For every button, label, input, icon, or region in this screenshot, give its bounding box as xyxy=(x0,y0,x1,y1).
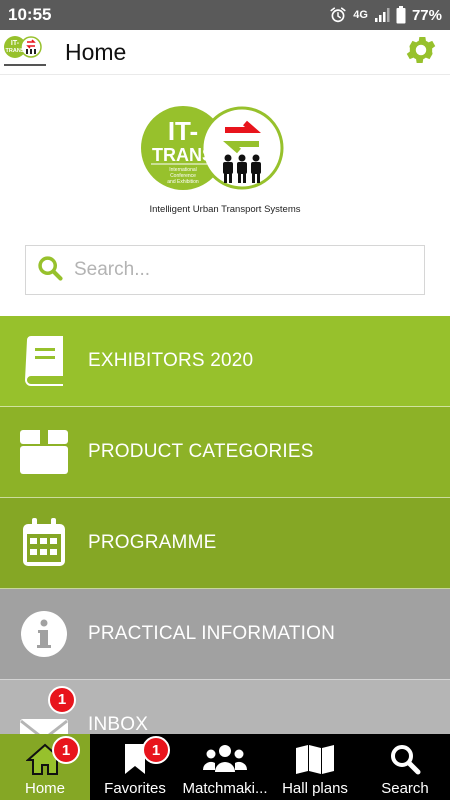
search-box[interactable] xyxy=(25,245,425,295)
nav-item-matchmaking[interactable]: Matchmaki... xyxy=(180,734,270,800)
nav-label-home: Home xyxy=(24,780,65,797)
hero-subtext-3: and Exhibition xyxy=(167,179,199,185)
hero-logo-line2: TRANS xyxy=(152,145,214,165)
svg-text:IT-: IT- xyxy=(11,40,20,47)
nav-item-search[interactable]: Search xyxy=(360,734,450,800)
status-bar: 10:55 4G 77% xyxy=(0,0,450,30)
hero-caption: Intelligent Urban Transport Systems xyxy=(149,204,300,215)
menu-label-practical-information: PRACTICAL INFORMATION xyxy=(88,623,335,644)
page-title: Home xyxy=(65,38,127,65)
status-time: 10:55 xyxy=(8,5,52,24)
home-badge: 1 xyxy=(52,736,80,764)
svg-text:TRANS: TRANS xyxy=(6,48,25,54)
menu-item-product-categories[interactable]: PRODUCT CATEGORIES xyxy=(0,407,450,498)
menu-label-exhibitors: EXHIBITORS 2020 xyxy=(88,350,254,371)
search-icon xyxy=(389,742,421,776)
battery-icon xyxy=(396,6,406,24)
nav-item-home[interactable]: 1 Home xyxy=(0,734,90,800)
bottom-navigation: 1 Home 1 Favorites Matchmaki... Hall pla… xyxy=(0,734,450,800)
box-icon xyxy=(0,407,88,498)
nav-item-favorites[interactable]: 1 Favorites xyxy=(90,734,180,800)
nav-item-hall-plans[interactable]: Hall plans xyxy=(270,734,360,800)
inbox-badge: 1 xyxy=(48,685,76,714)
network-type: 4G xyxy=(353,9,368,21)
nav-label-favorites: Favorites xyxy=(104,780,166,797)
favorites-badge: 1 xyxy=(142,736,170,764)
menu-item-exhibitors[interactable]: EXHIBITORS 2020 xyxy=(0,316,450,407)
signal-icon xyxy=(374,7,390,23)
settings-button[interactable] xyxy=(402,33,440,71)
calendar-icon xyxy=(0,498,88,589)
menu-label-product-categories: PRODUCT CATEGORIES xyxy=(88,441,314,462)
menu-item-programme[interactable]: PROGRAMME xyxy=(0,498,450,589)
menu-item-practical-information[interactable]: PRACTICAL INFORMATION xyxy=(0,589,450,680)
info-icon xyxy=(0,589,88,680)
app-bar: IT- TRANS Home xyxy=(0,30,450,75)
book-icon xyxy=(0,316,88,407)
nav-label-search: Search xyxy=(381,780,429,797)
people-icon xyxy=(203,742,247,776)
app-logo: IT- TRANS xyxy=(2,32,48,72)
menu-label-programme: PROGRAMME xyxy=(88,532,217,553)
main-menu: EXHIBITORS 2020 PRODUCT CATEGORIES PROGR… xyxy=(0,316,450,771)
search-icon xyxy=(36,254,64,287)
hero-logo-line1: IT- xyxy=(168,116,198,146)
battery-level: 77% xyxy=(411,6,442,24)
nav-label-matchmaking: Matchmaki... xyxy=(182,780,268,797)
hero-logo: IT- TRANS International Conference and E… xyxy=(0,100,450,220)
alarm-icon xyxy=(329,6,347,24)
status-icons: 4G 77% xyxy=(329,6,442,24)
gear-icon xyxy=(403,32,439,73)
map-icon xyxy=(295,742,335,776)
search-input[interactable] xyxy=(74,259,394,281)
menu-label-inbox: INBOX xyxy=(88,714,149,735)
nav-label-hall-plans: Hall plans xyxy=(282,780,348,797)
